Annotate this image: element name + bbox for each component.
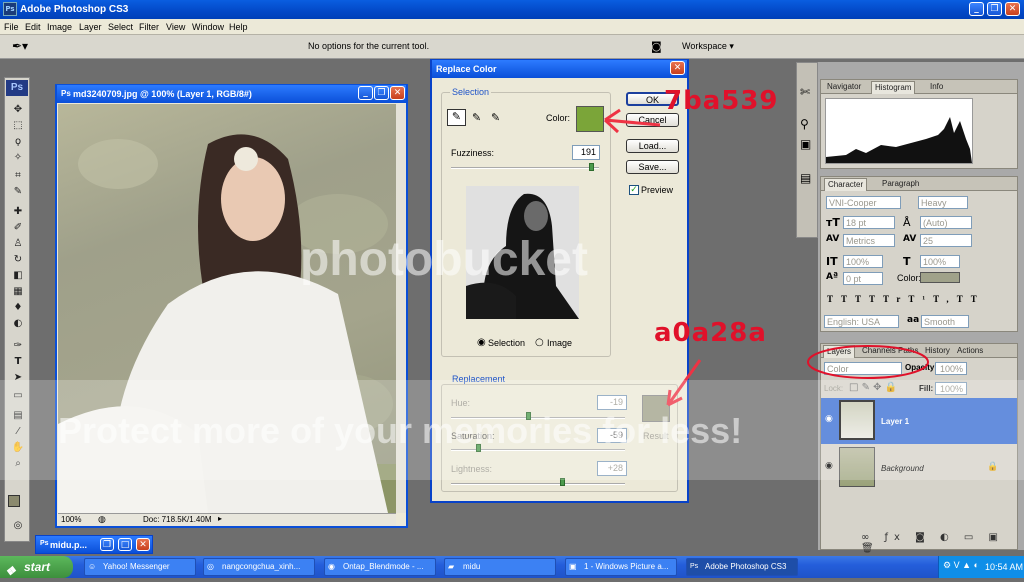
highlight-circle [807,345,929,379]
folder-icon: ▰ [448,562,455,571]
task-photoshop[interactable]: Ps Adobe Photoshop CS3 [686,558,798,576]
photoshop-task-icon: Ps [690,563,699,570]
annotation-color-2: a0a28a [654,318,767,348]
task-label: midu [463,562,481,571]
watermark-logo-text: photobucket [300,233,588,286]
clock[interactable]: 10:54 AM [985,562,1023,572]
picture-viewer-icon: ▣ [569,562,577,571]
windows-logo-icon: ❖ [5,564,16,578]
task-windows-picture[interactable]: ▣ 1 - Windows Picture a... [565,558,677,576]
task-label: Yahoo! Messenger [103,562,170,571]
task-midu[interactable]: ▰ midu [444,558,556,576]
start-button[interactable]: ❖ start [0,556,73,578]
firefox-icon: ◉ [328,562,335,571]
yahoo-icon: ☺ [88,562,97,571]
task-label: 1 - Windows Picture a... [584,562,669,571]
task-label: Adobe Photoshop CS3 [705,562,787,571]
annotation-color-1: 7ba539 [664,86,779,116]
system-tray: ⚙ V ▲ ◐ 10:54 AM [938,556,1024,578]
task-ontap-blendmode[interactable]: ◉ Ontap_Blendmode - ... [324,558,436,576]
watermark-tagline: Protect more of your memories for less! [58,410,743,451]
start-label: start [24,560,51,574]
task-nangcongchua[interactable]: ◎ nangcongchua_xinh... [203,558,315,576]
task-yahoo-messenger[interactable]: ☺ Yahoo! Messenger [84,558,196,576]
tray-icons[interactable]: ⚙ V ▲ ◐ [943,560,979,571]
annotation-arrow-1 [603,108,661,134]
annotation-overlay [603,108,929,407]
browser-icon: ◎ [207,562,214,571]
task-label: nangcongchua_xinh... [222,562,301,571]
task-label: Ontap_Blendmode - ... [343,562,424,571]
